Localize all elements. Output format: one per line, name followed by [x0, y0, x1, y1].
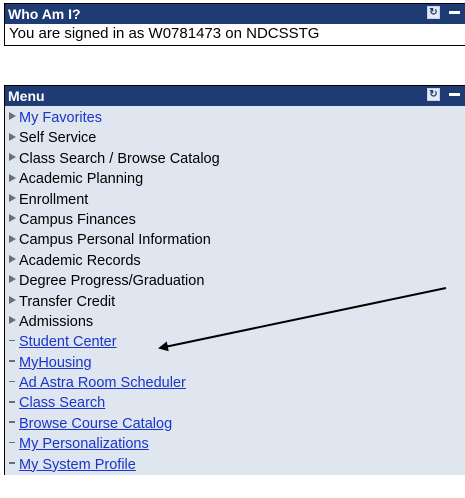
menu-item-label[interactable]: Transfer Credit [19, 294, 115, 310]
menu-folder-item[interactable]: Campus Finances [5, 210, 465, 230]
expand-triangle-icon [7, 149, 17, 169]
menu-link-item[interactable]: MyHousing [5, 353, 465, 373]
menu-item-label[interactable]: Enrollment [19, 192, 88, 208]
refresh-icon[interactable]: ↻ [427, 6, 440, 19]
who-am-i-pagelet: Who Am I? ↻ You are signed in as W078147… [4, 3, 465, 46]
who-am-i-header-icons: ↻ [427, 6, 461, 19]
menu-folder-item[interactable]: Class Search / Browse Catalog [5, 149, 465, 169]
who-am-i-header: Who Am I? ↻ [5, 4, 465, 24]
menu-item-label[interactable]: Campus Personal Information [19, 232, 211, 248]
menu-folder-item[interactable]: Admissions [5, 312, 465, 332]
menu-link-item[interactable]: Student Center [5, 332, 465, 352]
expand-triangle-icon [7, 128, 17, 148]
menu-item-label[interactable]: My Personalizations [19, 436, 149, 452]
menu-item-label[interactable]: Ad Astra Room Scheduler [19, 375, 186, 391]
menu-item-label[interactable]: Class Search / Browse Catalog [19, 151, 220, 167]
menu-link-item[interactable]: My System Profile [5, 455, 465, 475]
menu-folder-item[interactable]: Academic Records [5, 251, 465, 271]
menu-link-item[interactable]: Browse Course Catalog [5, 414, 465, 434]
menu-item-label[interactable]: Academic Planning [19, 171, 143, 187]
minimize-icon[interactable] [448, 88, 461, 101]
menu-item-label[interactable]: Degree Progress/Graduation [19, 273, 204, 289]
expand-triangle-icon [7, 169, 17, 189]
menu-folder-item[interactable]: Academic Planning [5, 169, 465, 189]
menu-item-label[interactable]: Admissions [19, 314, 93, 330]
menu-item-label[interactable]: Academic Records [19, 253, 141, 269]
signed-in-text: You are signed in as W0781473 on NDCSSTG [5, 24, 465, 45]
menu-link-item[interactable]: Class Search [5, 393, 465, 413]
menu-folder-item[interactable]: My Favorites [5, 108, 465, 128]
menu-folder-item[interactable]: Self Service [5, 128, 465, 148]
menu-folder-item[interactable]: Campus Personal Information [5, 230, 465, 250]
menu-item-label[interactable]: My System Profile [19, 457, 136, 473]
dash-icon [7, 455, 17, 475]
menu-folder-item[interactable]: Transfer Credit [5, 292, 465, 312]
menu-item-label[interactable]: MyHousing [19, 355, 92, 371]
dash-icon [7, 393, 17, 413]
menu-header: Menu ↻ [5, 86, 465, 106]
expand-triangle-icon [7, 230, 17, 250]
expand-triangle-icon [7, 271, 17, 291]
menu-item-label[interactable]: Student Center [19, 334, 117, 350]
menu-item-label[interactable]: Campus Finances [19, 212, 136, 228]
menu-item-label[interactable]: My Favorites [19, 110, 102, 126]
menu-link-item[interactable]: Ad Astra Room Scheduler [5, 373, 465, 393]
dash-icon [7, 353, 17, 373]
dash-icon [7, 434, 17, 454]
menu-folder-item[interactable]: Enrollment [5, 190, 465, 210]
expand-triangle-icon [7, 190, 17, 210]
menu-list: My Favorites Self Service Class Search / B… [5, 106, 465, 476]
menu-link-item[interactable]: My Personalizations [5, 434, 465, 454]
dash-icon [7, 332, 17, 352]
menu-title: Menu [8, 88, 45, 104]
menu-header-icons: ↻ [427, 88, 461, 101]
expand-triangle-icon [7, 292, 17, 312]
expand-triangle-icon [7, 210, 17, 230]
who-am-i-title: Who Am I? [8, 6, 81, 22]
expand-triangle-icon [7, 312, 17, 332]
menu-folder-item[interactable]: Degree Progress/Graduation [5, 271, 465, 291]
expand-triangle-icon [7, 108, 17, 128]
menu-item-label[interactable]: Class Search [19, 395, 105, 411]
menu-item-label[interactable]: Browse Course Catalog [19, 416, 172, 432]
dash-icon [7, 414, 17, 434]
menu-item-label[interactable]: Self Service [19, 130, 96, 146]
minimize-icon[interactable] [448, 6, 461, 19]
expand-triangle-icon [7, 251, 17, 271]
refresh-icon[interactable]: ↻ [427, 88, 440, 101]
dash-icon [7, 373, 17, 393]
menu-pagelet: Menu ↻ My Favorites Self Service Class Sea… [4, 85, 465, 476]
